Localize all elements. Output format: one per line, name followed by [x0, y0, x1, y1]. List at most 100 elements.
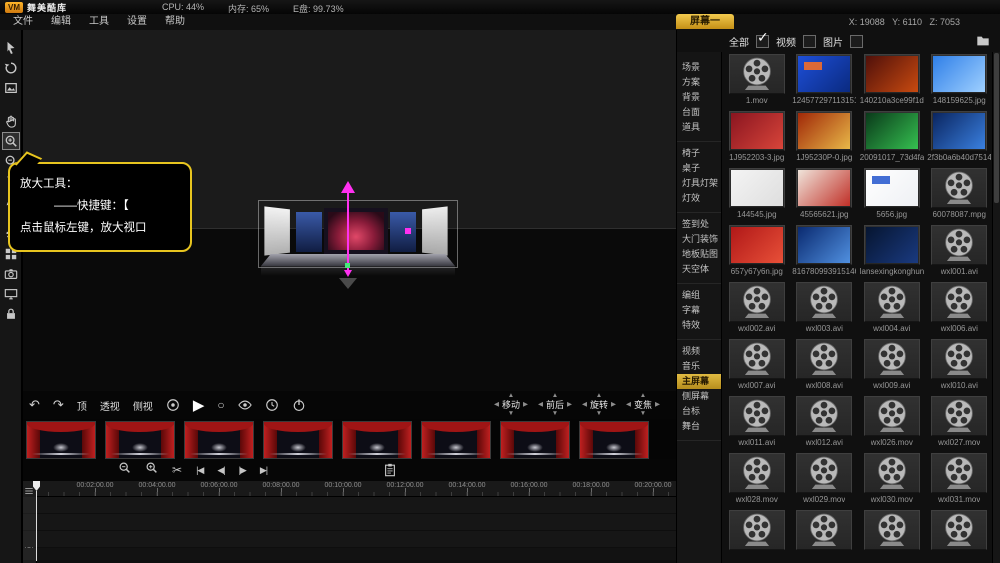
- category-item[interactable]: 舞台: [677, 419, 721, 434]
- category-item[interactable]: 签到处: [677, 217, 721, 232]
- up-arrow-icon[interactable]: ▲: [596, 393, 602, 400]
- media-item[interactable]: 144545.jpg: [723, 166, 791, 223]
- left-arrow-icon[interactable]: ◀: [538, 402, 543, 409]
- track-header[interactable]: [23, 497, 37, 513]
- media-item[interactable]: wxl030.mov: [858, 451, 926, 508]
- down-arrow-icon[interactable]: ▼: [508, 411, 514, 418]
- step-forward-button[interactable]: |▶: [239, 465, 246, 476]
- media-item[interactable]: 1J952203-3.jpg: [723, 109, 791, 166]
- filter-checkbox[interactable]: [850, 35, 863, 48]
- down-arrow-icon[interactable]: ▼: [552, 411, 558, 418]
- zoom-out-button[interactable]: [118, 461, 131, 479]
- nav-pad[interactable]: ▲◀旋转▶▼: [582, 393, 616, 417]
- track-header[interactable]: [23, 548, 37, 560]
- left-arrow-icon[interactable]: ◀: [494, 402, 499, 409]
- media-item[interactable]: wxl002.avi: [723, 280, 791, 337]
- category-item[interactable]: 台标: [677, 404, 721, 419]
- eye-icon[interactable]: [238, 398, 252, 412]
- gizmo-handle[interactable]: [405, 228, 411, 234]
- select-tool-icon[interactable]: [2, 39, 20, 57]
- menu-item[interactable]: 编辑: [42, 14, 80, 29]
- category-item[interactable]: 道具: [677, 120, 721, 135]
- timeline-track[interactable]: [23, 531, 676, 547]
- up-arrow-icon[interactable]: ▲: [508, 393, 514, 400]
- scrollbar-thumb[interactable]: [994, 53, 999, 203]
- media-item[interactable]: 140210a3ce99f1d...: [858, 52, 926, 109]
- right-arrow-icon[interactable]: ▶: [567, 402, 572, 409]
- preview-thumbnail[interactable]: [342, 421, 412, 459]
- media-item[interactable]: wxl006.avi: [926, 280, 994, 337]
- undo-button[interactable]: ↶: [29, 397, 40, 413]
- media-item[interactable]: [858, 508, 926, 563]
- media-item[interactable]: 148159625.jpg: [926, 52, 994, 109]
- media-item[interactable]: wxl003.avi: [791, 280, 859, 337]
- filter-checkbox[interactable]: [803, 35, 816, 48]
- media-item[interactable]: wxl008.avi: [791, 337, 859, 394]
- category-item[interactable]: 字幕: [677, 303, 721, 318]
- up-arrow-icon[interactable]: ▲: [640, 393, 646, 400]
- media-item[interactable]: wxl009.avi: [858, 337, 926, 394]
- preview-thumbnail[interactable]: [105, 421, 175, 459]
- nav-pad[interactable]: ▲◀前后▶▼: [538, 393, 572, 417]
- media-item[interactable]: wxl004.avi: [858, 280, 926, 337]
- filter-label[interactable]: 图片: [823, 34, 843, 49]
- preview-thumbnail[interactable]: [263, 421, 333, 459]
- prev-frame-button[interactable]: |◀: [196, 465, 203, 476]
- category-item[interactable]: 方案: [677, 75, 721, 90]
- image-tool-icon[interactable]: [2, 79, 20, 97]
- view-top-button[interactable]: 顶: [77, 398, 87, 413]
- power-icon[interactable]: [292, 398, 306, 412]
- up-arrow-icon[interactable]: ▲: [552, 393, 558, 400]
- media-item[interactable]: 1.mov: [723, 52, 791, 109]
- category-item[interactable]: 桌子: [677, 161, 721, 176]
- category-item[interactable]: 灯具灯架: [677, 176, 721, 191]
- timeline-track[interactable]: [23, 548, 676, 560]
- next-frame-button[interactable]: ▶|: [260, 465, 267, 476]
- filter-label[interactable]: 全部: [729, 34, 749, 49]
- timeline[interactable]: 00:02:00.0000:04:00.0000:06:00.0000:08:0…: [23, 481, 676, 563]
- cut-button[interactable]: ✂: [172, 463, 182, 477]
- preview-thumbnail[interactable]: [579, 421, 649, 459]
- nav-pad[interactable]: ▲◀移动▶▼: [494, 393, 528, 417]
- gizmo-axis-line[interactable]: [347, 192, 349, 270]
- step-back-button[interactable]: ◀|: [217, 465, 224, 476]
- media-item[interactable]: 5656.jpg: [858, 166, 926, 223]
- media-item[interactable]: wxl026.mov: [858, 394, 926, 451]
- pan-tool-icon[interactable]: [2, 112, 20, 130]
- clock-icon[interactable]: [265, 398, 279, 412]
- timeline-track[interactable]: [23, 514, 676, 530]
- category-item[interactable]: 场景: [677, 60, 721, 75]
- media-item[interactable]: wxl027.mov: [926, 394, 994, 451]
- category-item[interactable]: 大门装饰: [677, 232, 721, 247]
- record-button[interactable]: ○: [217, 398, 224, 412]
- timeline-track[interactable]: [23, 497, 676, 513]
- timeline-ruler[interactable]: 00:02:00.0000:04:00.0000:06:00.0000:08:0…: [36, 481, 676, 497]
- category-item[interactable]: 背景: [677, 90, 721, 105]
- media-item[interactable]: wxl012.avi: [791, 394, 859, 451]
- media-item[interactable]: wxl010.avi: [926, 337, 994, 394]
- category-item[interactable]: 视频: [677, 344, 721, 359]
- media-item[interactable]: lansexingkonghunli...: [858, 223, 926, 280]
- track-header[interactable]: [23, 514, 37, 530]
- right-arrow-icon[interactable]: ▶: [523, 402, 528, 409]
- category-item[interactable]: 主屏幕: [677, 374, 721, 389]
- category-item[interactable]: 椅子: [677, 146, 721, 161]
- media-item[interactable]: 60078087.mpg: [926, 166, 994, 223]
- menu-item[interactable]: 工具: [80, 14, 118, 29]
- play-button[interactable]: ▶: [193, 396, 205, 414]
- filter-label[interactable]: 视频: [776, 34, 796, 49]
- down-arrow-icon[interactable]: ▼: [640, 411, 646, 418]
- target-icon[interactable]: [166, 398, 180, 412]
- rotate-tool-icon[interactable]: [2, 59, 20, 77]
- left-arrow-icon[interactable]: ◀: [582, 402, 587, 409]
- scrollbar[interactable]: [992, 52, 1000, 563]
- media-item[interactable]: 20091017_73d4fa...: [858, 109, 926, 166]
- folder-icon[interactable]: [976, 34, 990, 53]
- preview-thumbnail[interactable]: [421, 421, 491, 459]
- nav-pad[interactable]: ▲◀变焦▶▼: [626, 393, 660, 417]
- menu-item[interactable]: 设置: [118, 14, 156, 29]
- media-item[interactable]: [791, 508, 859, 563]
- category-item[interactable]: 天空体: [677, 262, 721, 277]
- right-arrow-icon[interactable]: ▶: [611, 402, 616, 409]
- menu-item[interactable]: 文件: [4, 14, 42, 29]
